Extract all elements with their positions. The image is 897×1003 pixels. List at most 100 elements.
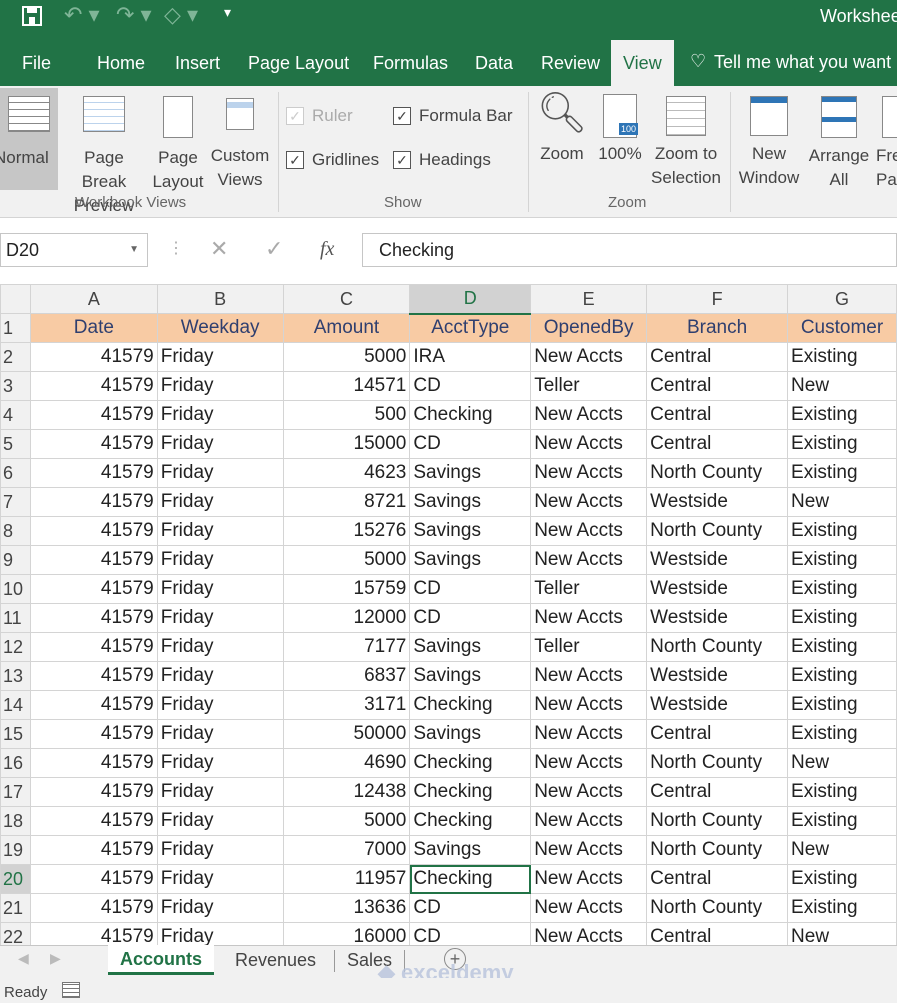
headings-checkbox[interactable]: ✓ Headings [393, 150, 491, 170]
cell[interactable]: CD [409, 603, 532, 633]
row-header[interactable]: 22 [0, 922, 31, 945]
cell[interactable]: 41579 [29, 922, 158, 945]
row-header[interactable]: 5 [0, 429, 31, 459]
cell[interactable]: Friday [156, 429, 284, 459]
cell[interactable]: Existing [787, 574, 897, 604]
cell[interactable]: Existing [787, 342, 897, 372]
cell[interactable]: 41579 [29, 748, 158, 778]
cell[interactable]: 41579 [29, 516, 158, 546]
cell[interactable]: Westside [646, 487, 789, 517]
row-header[interactable]: 6 [0, 458, 31, 488]
cell[interactable]: Friday [156, 603, 284, 633]
row-header[interactable]: 2 [0, 342, 31, 372]
tell-me-input[interactable]: Tell me what you want [714, 52, 891, 73]
cell[interactable]: 41579 [29, 806, 158, 836]
row-header[interactable]: 16 [0, 748, 31, 778]
cell[interactable]: Friday [156, 458, 284, 488]
row-header[interactable]: 10 [0, 574, 31, 604]
cell[interactable]: 41579 [29, 574, 158, 604]
cell[interactable]: Central [646, 922, 789, 945]
formula-bar-checkbox[interactable]: ✓ Formula Bar [393, 106, 513, 126]
cell[interactable]: 16000 [282, 922, 411, 945]
header-cell[interactable]: Amount [282, 313, 411, 343]
cell[interactable]: Checking [409, 690, 532, 720]
cell[interactable]: New Accts [530, 806, 648, 836]
cell[interactable]: New Accts [530, 458, 648, 488]
cell[interactable]: Existing [787, 400, 897, 430]
cell[interactable]: 15000 [282, 429, 411, 459]
cell[interactable]: Friday [156, 632, 284, 662]
cell[interactable]: Savings [409, 632, 532, 662]
cell[interactable]: Checking [409, 864, 532, 894]
cell[interactable]: North County [646, 632, 789, 662]
normal-view-button[interactable]: Normal [0, 88, 58, 190]
header-cell[interactable]: Weekday [156, 313, 284, 343]
redo-icon[interactable]: ↷ ▾ [116, 2, 152, 28]
cell[interactable]: 7000 [282, 835, 411, 865]
formula-input[interactable]: Checking [362, 233, 897, 267]
cell[interactable]: Friday [156, 545, 284, 575]
cell[interactable]: CD [409, 574, 532, 604]
cell[interactable]: 5000 [282, 806, 411, 836]
cell[interactable]: Teller [530, 632, 648, 662]
cell[interactable]: Friday [156, 719, 284, 749]
cell[interactable]: 50000 [282, 719, 411, 749]
select-all-corner[interactable] [0, 284, 31, 314]
cell[interactable]: Checking [409, 806, 532, 836]
cell[interactable]: 12438 [282, 777, 411, 807]
custom-views-button[interactable]: Custom Views [208, 88, 272, 192]
cell[interactable]: Central [646, 342, 789, 372]
cell[interactable]: Existing [787, 545, 897, 575]
cell[interactable]: New [787, 922, 897, 945]
cell[interactable]: Friday [156, 864, 284, 894]
new-window-button[interactable]: New Window [734, 88, 804, 190]
cell[interactable]: New Accts [530, 429, 648, 459]
cell[interactable]: North County [646, 835, 789, 865]
cell[interactable]: 41579 [29, 603, 158, 633]
cell[interactable]: Central [646, 371, 789, 401]
row-header[interactable]: 17 [0, 777, 31, 807]
cell[interactable]: Central [646, 719, 789, 749]
cell[interactable]: Checking [409, 400, 532, 430]
cell[interactable]: Friday [156, 835, 284, 865]
column-header-g[interactable]: G [787, 284, 897, 314]
cell[interactable]: 5000 [282, 342, 411, 372]
cell[interactable]: Savings [409, 545, 532, 575]
page-layout-view-button[interactable]: Page Layout [150, 88, 206, 194]
cell[interactable]: New Accts [530, 864, 648, 894]
cell[interactable]: Friday [156, 661, 284, 691]
cell[interactable]: New Accts [530, 661, 648, 691]
tab-file[interactable]: File [10, 40, 63, 86]
enter-icon[interactable]: ✓ [265, 236, 283, 262]
macro-recording-icon[interactable] [62, 982, 80, 998]
cell[interactable]: Friday [156, 806, 284, 836]
cell[interactable]: Savings [409, 719, 532, 749]
cell[interactable]: 41579 [29, 371, 158, 401]
scroll-right-icon[interactable]: ▶ [50, 950, 61, 967]
row-header[interactable]: 21 [0, 893, 31, 923]
cell[interactable]: 11957 [282, 864, 411, 894]
cell[interactable]: 3171 [282, 690, 411, 720]
cell[interactable]: 41579 [29, 690, 158, 720]
header-cell[interactable]: Customer [787, 313, 897, 343]
tab-data[interactable]: Data [463, 40, 525, 86]
freeze-panes-button[interactable]: Fre Par [876, 88, 897, 192]
cell[interactable]: 41579 [29, 661, 158, 691]
cell[interactable]: North County [646, 893, 789, 923]
header-cell[interactable]: Date [29, 313, 158, 343]
cell[interactable]: Westside [646, 661, 789, 691]
cell[interactable]: Friday [156, 516, 284, 546]
cell[interactable]: 41579 [29, 632, 158, 662]
cell[interactable]: Checking [409, 777, 532, 807]
cell[interactable]: Existing [787, 864, 897, 894]
name-box[interactable]: D20 ▼ [0, 233, 148, 267]
cell[interactable]: CD [409, 371, 532, 401]
cell[interactable]: Existing [787, 458, 897, 488]
chevron-down-icon[interactable]: ▼ [129, 234, 139, 266]
cell[interactable]: Existing [787, 777, 897, 807]
cell[interactable]: 7177 [282, 632, 411, 662]
cell[interactable]: Existing [787, 806, 897, 836]
column-header-b[interactable]: B [156, 284, 284, 314]
cell[interactable]: Friday [156, 400, 284, 430]
cell[interactable]: 41579 [29, 893, 158, 923]
